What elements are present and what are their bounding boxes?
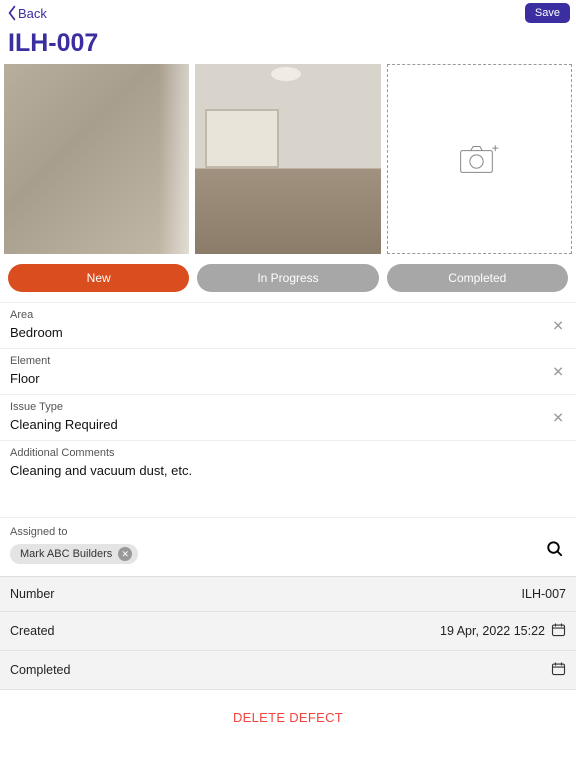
status-tabs: New In Progress Completed (0, 262, 576, 303)
status-new-tab[interactable]: New (8, 264, 189, 292)
assignee-remove-icon[interactable]: ✕ (118, 547, 132, 561)
created-label: Created (10, 624, 54, 638)
meta-number-row: Number ILH-007 (0, 577, 576, 612)
status-completed-tab[interactable]: Completed (387, 264, 568, 292)
search-icon (546, 540, 564, 558)
element-value: Floor (10, 367, 566, 386)
assignee-search-button[interactable] (546, 540, 564, 563)
area-field[interactable]: Area Bedroom ✕ (0, 303, 576, 349)
issue-label: Issue Type (10, 401, 566, 413)
comments-value: Cleaning and vacuum dust, etc. (10, 459, 566, 478)
number-value: ILH-007 (522, 587, 566, 601)
save-button[interactable]: Save (525, 3, 570, 23)
camera-plus-icon (459, 143, 499, 175)
calendar-icon[interactable] (551, 622, 566, 640)
calendar-icon[interactable] (551, 661, 566, 679)
completed-label: Completed (10, 663, 70, 677)
meta-completed-row[interactable]: Completed (0, 651, 576, 690)
defect-photo-2[interactable] (195, 64, 380, 254)
back-label: Back (18, 6, 47, 21)
add-photo-button[interactable] (387, 64, 572, 254)
issue-field[interactable]: Issue Type Cleaning Required ✕ (0, 395, 576, 441)
assignee-chip[interactable]: Mark ABC Builders ✕ (10, 544, 138, 564)
area-label: Area (10, 309, 566, 321)
issue-value: Cleaning Required (10, 413, 566, 432)
comments-label: Additional Comments (10, 447, 566, 459)
number-label: Number (10, 587, 54, 601)
defect-photo-1[interactable] (4, 64, 189, 254)
chevron-left-icon (6, 5, 18, 21)
area-value: Bedroom (10, 321, 566, 340)
comments-field[interactable]: Additional Comments Cleaning and vacuum … (0, 441, 576, 490)
assigned-section: Assigned to Mark ABC Builders ✕ (0, 518, 576, 577)
assigned-label: Assigned to (10, 526, 566, 538)
area-clear-icon[interactable]: ✕ (552, 317, 564, 334)
page-title: ILH-007 (0, 26, 576, 64)
element-field[interactable]: Element Floor ✕ (0, 349, 576, 395)
spacer (0, 490, 576, 518)
element-clear-icon[interactable]: ✕ (552, 363, 564, 380)
back-button[interactable]: Back (6, 5, 47, 21)
status-inprogress-tab[interactable]: In Progress (197, 264, 378, 292)
created-value: 19 Apr, 2022 15:22 (440, 624, 545, 638)
element-label: Element (10, 355, 566, 367)
photo-strip (0, 64, 576, 262)
delete-defect-button[interactable]: DELETE DEFECT (0, 690, 576, 745)
meta-created-row[interactable]: Created 19 Apr, 2022 15:22 (0, 612, 576, 651)
assignee-name: Mark ABC Builders (20, 548, 112, 560)
issue-clear-icon[interactable]: ✕ (552, 409, 564, 426)
